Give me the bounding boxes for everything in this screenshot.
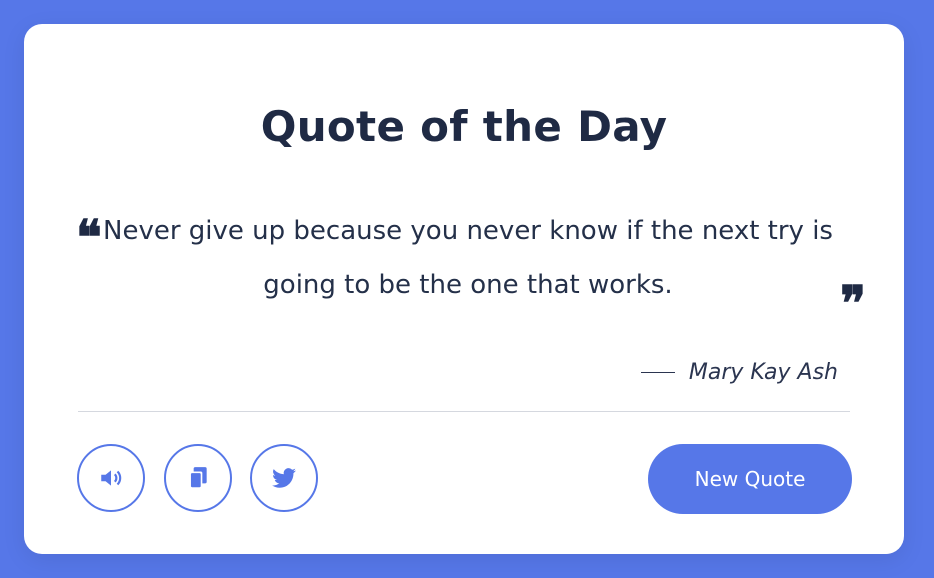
copy-icon: [189, 467, 207, 489]
author-dash: [640, 371, 675, 374]
twitter-icon: [272, 468, 296, 488]
author-name: Mary Kay Ash: [688, 360, 838, 385]
divider: [78, 411, 850, 412]
page-title: Quote of the Day: [260, 102, 668, 151]
open-quote-icon: ❝: [76, 210, 102, 266]
quote-text: Never give up because you never know if …: [103, 216, 833, 300]
quote-author: Mary Kay Ash: [640, 360, 838, 385]
quote-block: ❝ Never give up because you never know i…: [76, 204, 866, 328]
speaker-icon: [101, 470, 122, 486]
new-quote-button[interactable]: New Quote: [648, 444, 852, 514]
speak-button[interactable]: [77, 444, 145, 512]
quote-card: Quote of the Day ❝ Never give up because…: [24, 24, 904, 554]
copy-button[interactable]: [164, 444, 232, 512]
close-quote-icon: ❞: [840, 276, 866, 332]
tweet-button[interactable]: [250, 444, 318, 512]
